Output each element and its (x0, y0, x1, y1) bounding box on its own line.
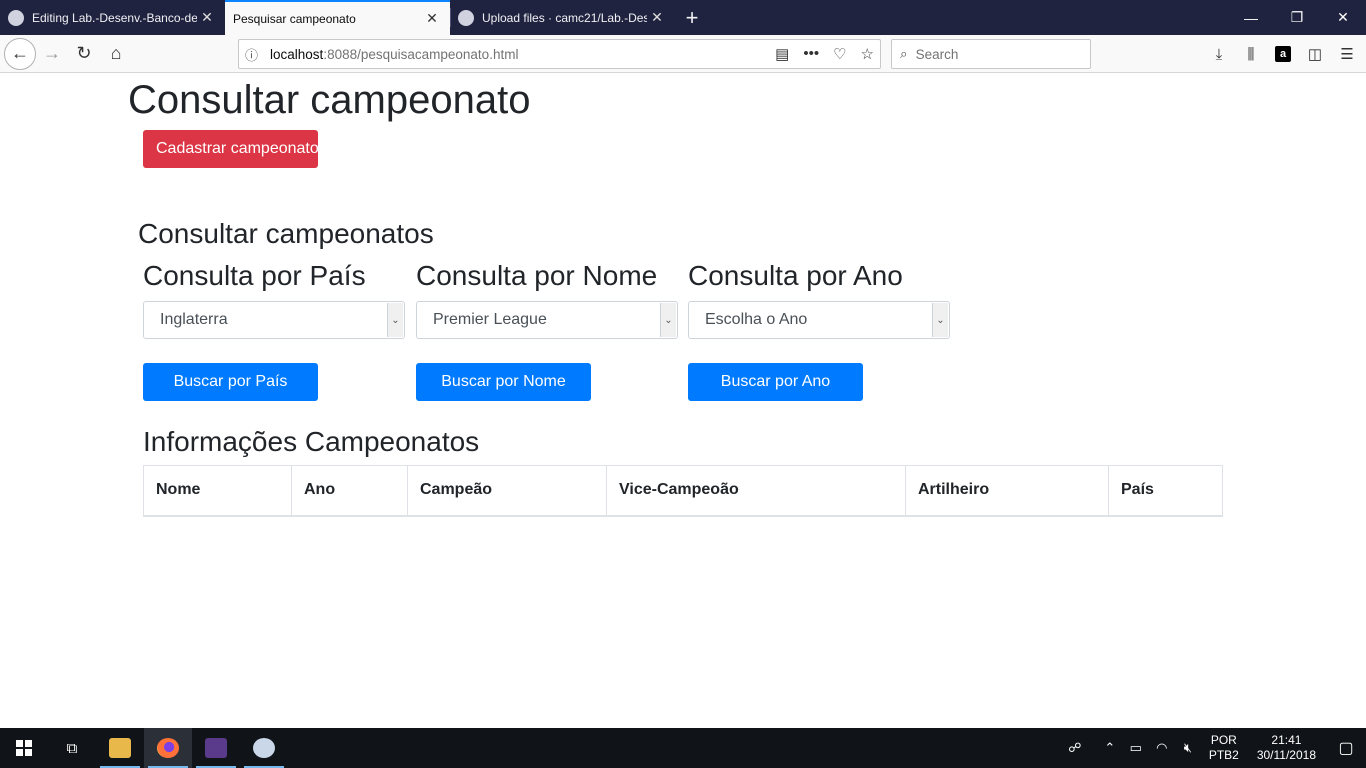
filter-heading: Consulta por Ano (688, 260, 903, 291)
select-value: Premier League (433, 311, 547, 328)
pocket-icon[interactable]: ♡ (833, 45, 846, 63)
clock[interactable]: 21:41 30/11/2018 (1257, 733, 1316, 763)
tab-title: Pesquisar campeonato (233, 11, 356, 26)
amazon-icon[interactable]: a (1270, 41, 1296, 67)
url-path: :8088/pesquisacampeonato.html (323, 46, 519, 62)
volume-muted-icon[interactable]: 🔇︎ (1176, 740, 1200, 756)
search-by-name-button[interactable]: Buscar por Nome (416, 363, 591, 401)
reload-button[interactable]: ↻ (68, 38, 100, 70)
tab-title: Editing Lab.-Desenv.-Banco-de (32, 10, 197, 25)
column-header-artilheiro: Artilheiro (905, 465, 1109, 517)
task-view-button[interactable]: ⧉ (48, 728, 96, 768)
browser-tab-bar: Editing Lab.-Desenv.-Banco-de ✕ Pesquisa… (0, 0, 1366, 35)
country-select[interactable]: Inglaterra ⌄ (143, 301, 405, 339)
filter-heading: Consulta por País (143, 260, 366, 291)
task-view-icon: ⧉ (66, 739, 78, 757)
taskbar-file-explorer[interactable] (96, 728, 144, 768)
info-title: Informações Campeonatos (143, 426, 480, 457)
github-icon (458, 9, 474, 26)
filter-year: Consulta por Ano Escolha o Ano ⌄ Buscar … (688, 260, 950, 401)
chevron-down-icon: ⌄ (932, 303, 948, 337)
close-icon[interactable]: ✕ (647, 9, 667, 26)
people-icon[interactable]: ☍ (1063, 740, 1087, 756)
tab-title: Upload files · camc21/Lab.-Des (482, 10, 647, 25)
notifications-button[interactable]: ▢ (1326, 728, 1366, 768)
table-header-row: Nome Ano Campeão Vice-Campeoão Artilheir… (143, 465, 1223, 517)
taskbar-app-game[interactable] (192, 728, 240, 768)
language-code: POR (1210, 733, 1237, 747)
column-header-campeao: Campeão (407, 465, 607, 517)
new-tab-button[interactable]: + (675, 0, 709, 35)
github-icon (8, 9, 24, 26)
windows-logo-icon (16, 740, 32, 756)
column-header-nome: Nome (143, 465, 292, 517)
minimize-button[interactable]: — (1228, 0, 1274, 35)
restore-button[interactable]: ❐ (1274, 0, 1320, 35)
toolbar-right: ⤓ ⫼ a ◫ ☰ (1206, 38, 1360, 70)
home-button[interactable]: ⌂ (100, 38, 132, 70)
taskbar-app-paint[interactable] (240, 728, 288, 768)
url-bar[interactable]: ⓘ localhost:8088/pesquisacampeonato.html… (238, 39, 881, 69)
menu-icon[interactable]: ☰ (1334, 41, 1360, 67)
search-by-year-button[interactable]: Buscar por Ano (688, 363, 863, 401)
search-input[interactable]: ⌕ Search (891, 39, 1091, 69)
championships-table: Nome Ano Campeão Vice-Campeoão Artilheir… (143, 465, 1223, 517)
battery-icon[interactable]: ▭ (1124, 740, 1148, 756)
chevron-down-icon: ⌄ (387, 303, 403, 337)
select-value: Inglaterra (160, 311, 228, 328)
clock-date: 30/11/2018 (1256, 748, 1316, 762)
firefox-icon (157, 738, 179, 758)
paint-app-icon (253, 738, 275, 758)
clock-time: 21:41 (1271, 733, 1302, 747)
page-title: Consultar campeonato (128, 78, 531, 122)
name-select[interactable]: Premier League ⌄ (416, 301, 678, 339)
close-window-button[interactable]: ✕ (1320, 0, 1366, 35)
sidebar-icon[interactable]: ◫ (1302, 41, 1328, 67)
column-header-ano: Ano (291, 465, 408, 517)
column-header-vice-campeao: Vice-Campeoão (606, 465, 906, 517)
column-header-pais: País (1108, 465, 1223, 517)
close-icon[interactable]: ✕ (422, 10, 442, 27)
system-tray: ☍ ⌃ ▭ ◠ 🔇︎ POR PTB2 21:41 30/11/2018 ▢ (1062, 728, 1366, 768)
window-controls: — ❐ ✕ (1228, 0, 1366, 35)
reader-view-icon[interactable]: ▤ (775, 45, 789, 63)
filter-country: Consulta por País Inglaterra ⌄ Buscar po… (143, 260, 405, 401)
tab-editing[interactable]: Editing Lab.-Desenv.-Banco-de ✕ (0, 0, 225, 35)
download-icon[interactable]: ⤓ (1206, 41, 1232, 67)
page-content: Consultar campeonato Cadastrar campeonat… (0, 74, 1366, 728)
keyboard-layout: PTB2 (1208, 748, 1239, 762)
search-placeholder: Search (915, 46, 959, 62)
taskbar: ⧉ ☍ ⌃ ▭ ◠ 🔇︎ POR PTB2 21:41 30/11/2018 ▢ (0, 728, 1366, 768)
tab-upload[interactable]: Upload files · camc21/Lab.-Des ✕ (450, 0, 675, 35)
chevron-up-icon[interactable]: ⌃ (1098, 740, 1122, 756)
taskbar-firefox[interactable] (144, 728, 192, 768)
network-icon[interactable]: ◠ (1150, 740, 1174, 756)
select-value: Escolha o Ano (705, 311, 808, 328)
start-button[interactable] (0, 728, 48, 768)
filter-heading: Consulta por Nome (416, 260, 658, 291)
back-button[interactable]: ← (4, 37, 36, 70)
game-app-icon (205, 738, 227, 758)
year-select[interactable]: Escolha o Ano ⌄ (688, 301, 950, 339)
search-by-country-button[interactable]: Buscar por País (143, 363, 318, 401)
notification-icon: ▢ (1338, 740, 1354, 757)
search-icon: ⌕ (900, 46, 908, 61)
forward-button[interactable]: → (36, 38, 68, 70)
folder-icon (109, 738, 131, 758)
navigation-bar: ← → ↻ ⌂ ⓘ localhost:8088/pesquisacampeon… (0, 35, 1366, 73)
cadastrar-campeonatos-button[interactable]: Cadastrar campeonatos (143, 130, 318, 168)
tab-pesquisar[interactable]: Pesquisar campeonato ✕ (225, 0, 450, 35)
section-title: Consultar campeonatos (138, 218, 434, 249)
chevron-down-icon: ⌄ (660, 303, 676, 337)
filter-name: Consulta por Nome Premier League ⌄ Busca… (416, 260, 678, 401)
close-icon[interactable]: ✕ (197, 9, 217, 26)
url-host: localhost (270, 46, 324, 62)
bookmark-star-icon[interactable]: ☆ (861, 45, 874, 63)
info-icon[interactable]: ⓘ (245, 45, 258, 64)
language-indicator[interactable]: POR PTB2 (1209, 733, 1239, 763)
library-icon[interactable]: ⫼ (1238, 41, 1264, 67)
page-actions-icon[interactable]: ••• (803, 45, 819, 63)
